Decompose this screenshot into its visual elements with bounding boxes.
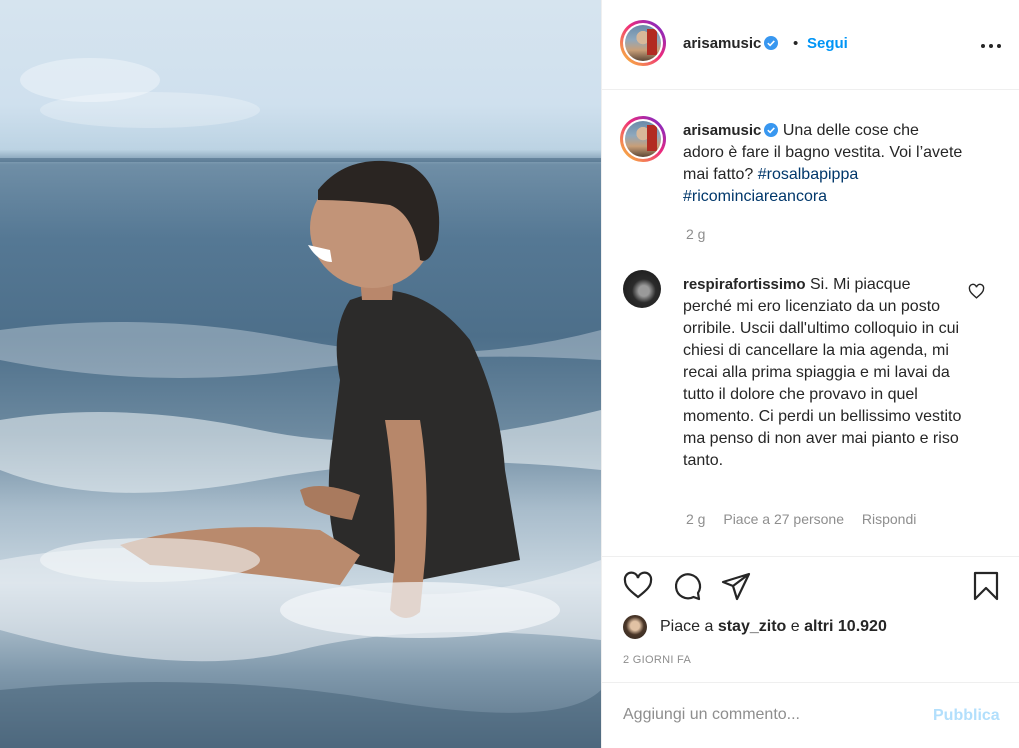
add-comment-bar: Pubblica xyxy=(602,682,1019,748)
reply-button[interactable]: Rispondi xyxy=(862,511,916,527)
hashtag-link[interactable]: #ricominciareancora xyxy=(683,188,827,205)
liker-avatar[interactable] xyxy=(623,615,647,639)
commenter-avatar[interactable] xyxy=(623,270,661,308)
separator-dot: • xyxy=(793,35,799,52)
comment-input[interactable] xyxy=(623,703,923,727)
photo-illustration xyxy=(0,58,601,748)
liker-username[interactable]: stay_zito xyxy=(718,618,786,635)
caption-timestamp[interactable]: 2 g xyxy=(686,226,705,242)
caption-username[interactable]: arisamusic xyxy=(683,122,761,139)
comment-text: Si. Mi piacque perché mi ero licenziato … xyxy=(683,276,962,469)
likes-others-count[interactable]: altri 10.920 xyxy=(804,618,887,635)
author-username[interactable]: arisamusic xyxy=(683,35,779,52)
post-details-panel: arisamusic • Segui arisamusic Una delle … xyxy=(601,0,1019,748)
more-options-icon[interactable] xyxy=(980,36,1002,54)
comment-username[interactable]: respirafortissimo xyxy=(683,276,806,293)
share-paper-plane-icon[interactable] xyxy=(720,570,752,602)
post-header: arisamusic • Segui xyxy=(602,0,1019,90)
comment-meta: 2 g Piace a 27 persone Rispondi xyxy=(686,511,930,527)
comment-item: respirafortissimo Si. Mi piacque perché … xyxy=(683,274,963,472)
verified-badge-icon xyxy=(764,36,779,50)
post-caption: arisamusic Una delle cose che adoro è fa… xyxy=(683,120,963,208)
avatar-image xyxy=(625,25,661,61)
save-bookmark-icon[interactable] xyxy=(970,570,1002,602)
likes-text[interactable]: Piace a stay_zito e altri 10.920 xyxy=(660,618,887,636)
like-heart-icon[interactable] xyxy=(622,570,654,602)
avatar-image xyxy=(625,121,661,157)
publish-button[interactable]: Pubblica xyxy=(933,707,1000,725)
comment-likes-count[interactable]: Piace a 27 persone xyxy=(723,511,844,527)
comment-timestamp[interactable]: 2 g xyxy=(686,511,705,527)
post-date[interactable]: 2 GIORNI FA xyxy=(623,654,691,666)
follow-button[interactable]: Segui xyxy=(807,35,848,52)
post-photo[interactable] xyxy=(0,0,601,748)
comment-bubble-icon[interactable] xyxy=(671,570,703,602)
author-avatar[interactable] xyxy=(620,20,666,66)
comment-like-heart-icon[interactable] xyxy=(968,283,985,300)
hashtag-link[interactable]: #rosalbapippa xyxy=(758,166,859,183)
actions-divider xyxy=(602,556,1019,558)
verified-badge-icon xyxy=(764,123,779,137)
caption-author-avatar[interactable] xyxy=(620,116,666,162)
